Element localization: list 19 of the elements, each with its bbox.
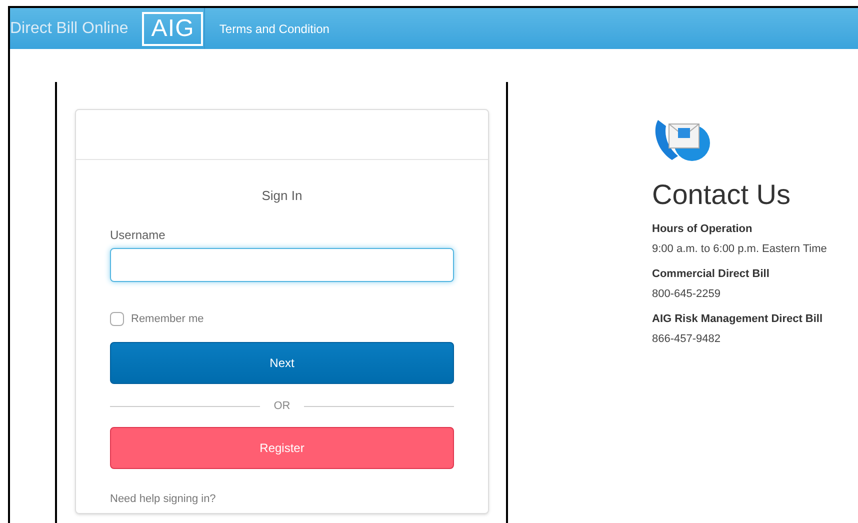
- contact-detail: 9:00 a.m. to 6:00 p.m. Eastern Time: [652, 242, 827, 256]
- contact-detail: 866-457-9482: [652, 332, 722, 346]
- logo: AIG: [142, 12, 204, 46]
- next-button[interactable]: Next: [110, 342, 454, 384]
- sign-in-title: Sign In: [260, 187, 304, 205]
- brand-title: Direct Bill Online: [10, 18, 130, 38]
- nav-link[interactable]: Terms and Condition: [219, 20, 330, 38]
- username-label: Username: [110, 226, 166, 244]
- remember-checkbox[interactable]: [110, 312, 124, 326]
- contact-heading: Commercial Direct Bill: [652, 267, 770, 282]
- contact-heading: AIG Risk Management Direct Bill: [652, 312, 824, 327]
- contact-title: Contact Us: [652, 178, 792, 212]
- help-link[interactable]: Need help signing in?: [110, 490, 216, 507]
- contact-detail: 800-645-2259: [652, 286, 722, 302]
- register-button[interactable]: Register: [110, 426, 454, 468]
- contact-heading: Hours of Operation: [652, 222, 754, 237]
- remember-label: Remember me: [131, 312, 204, 326]
- username-field[interactable]: [110, 248, 454, 282]
- or-divider-label: OR: [274, 399, 290, 414]
